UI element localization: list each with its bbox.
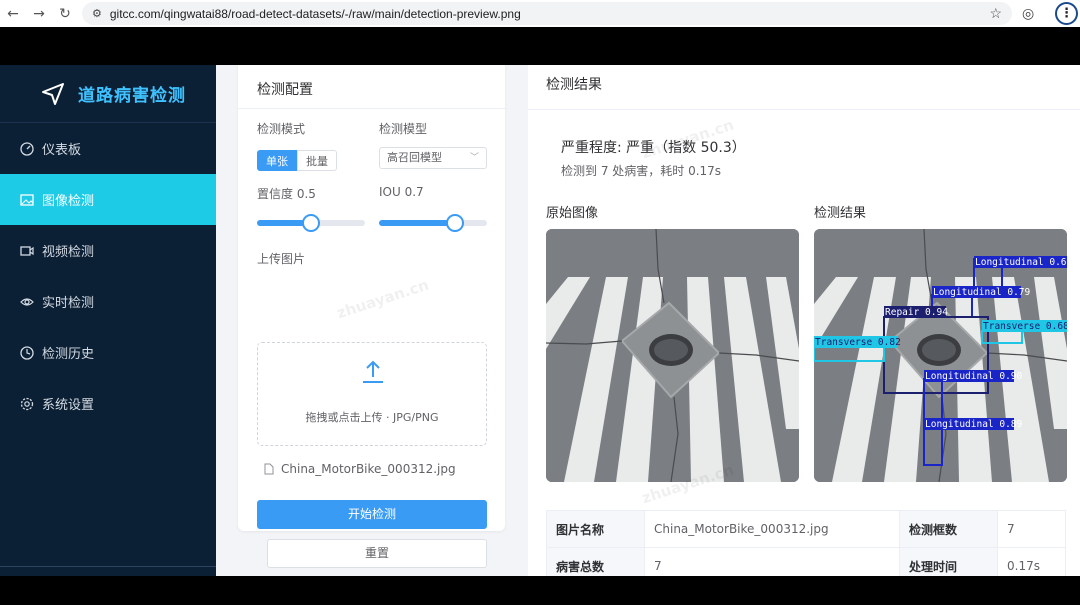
upload-label: 上传图片 [257, 252, 306, 266]
detection-label: Transverse 0.68 [983, 321, 1067, 332]
original-image-label: 原始图像 [546, 206, 599, 221]
mode-single-button[interactable]: 单张 [257, 150, 297, 171]
confidence-slider[interactable] [257, 214, 365, 232]
uploaded-file-name: China_MotorBike_000312.jpg [281, 462, 456, 476]
original-image [546, 229, 799, 482]
bookmark-star-icon[interactable]: ☆ [989, 5, 1002, 22]
sidebar-item-history[interactable]: 检测历史 [0, 327, 216, 378]
url-text: gitcc.com/qingwatai88/road-detect-datase… [109, 6, 521, 21]
image-icon [20, 193, 34, 206]
sidebar-item-video-detect[interactable]: 视频检测 [0, 225, 216, 276]
detection-label: Longitudinal 0.89 [925, 419, 1023, 430]
confidence-label: 置信度 0.5 [257, 187, 316, 201]
mode-segmented-control: 单张 批量 [257, 150, 337, 171]
sidebar-item-dashboard[interactable]: 仪表板 [0, 123, 216, 174]
navigation-arrow-icon [42, 82, 64, 105]
detected-image-label: 检测结果 [814, 206, 867, 221]
brand-title: 道路病害检测 [78, 86, 186, 106]
table-cell: 病害总数 [546, 547, 645, 576]
sidebar-item-realtime-detect[interactable]: 实时检测 [0, 276, 216, 327]
sidebar-item-label: 仪表板 [42, 143, 82, 158]
site-info-icon[interactable]: ⚙ [92, 7, 102, 20]
sidebar-item-image-detect[interactable]: 图像检测 [0, 174, 216, 225]
detection-label: Longitudinal 0.67 [975, 257, 1067, 268]
table-cell: 0.17s [997, 547, 1066, 576]
start-detection-button[interactable]: 开始检测 [257, 500, 487, 529]
sidebar-item-label: 图像检测 [42, 194, 95, 209]
forward-icon[interactable]: → [26, 6, 52, 22]
chevron-down-icon: ﹀ [469, 153, 479, 163]
letterbox-bottom [0, 576, 1080, 605]
sidebar-item-label: 视频检测 [42, 245, 95, 260]
table-row: 图片名称 China_MotorBike_000312.jpg 检测框数 7 [546, 510, 1066, 548]
model-label: 检测模型 [379, 122, 428, 136]
sidebar-item-label: 系统设置 [42, 398, 95, 413]
model-select[interactable]: 高召回模型 ﹀ [379, 147, 487, 169]
back-icon[interactable]: ← [0, 6, 26, 22]
detection-label: Longitudinal 0.90 [925, 371, 1023, 382]
browser-menu-icon[interactable]: ⋮ [1055, 2, 1078, 25]
model-select-value: 高召回模型 [387, 151, 442, 164]
sidebar-item-label: 实时检测 [42, 296, 95, 311]
mode-batch-button[interactable]: 批量 [297, 150, 337, 171]
table-cell: 图片名称 [546, 510, 645, 548]
detection-summary: 检测到 7 处病害，耗时 0.17s [561, 164, 722, 178]
detected-image: Longitudinal 0.67 Longitudinal 0.79 Repa… [814, 229, 1067, 482]
detection-label: Transverse 0.82 [815, 337, 901, 348]
table-cell: 检测框数 [899, 510, 998, 548]
slider-thumb[interactable] [446, 214, 464, 232]
config-title: 检测配置 [238, 65, 505, 109]
sidebar-item-settings[interactable]: 系统设置 [0, 378, 216, 429]
reload-icon[interactable]: ↻ [52, 6, 78, 22]
slider-thumb[interactable] [302, 214, 320, 232]
iou-label: IOU 0.7 [379, 185, 424, 199]
road-photo [546, 229, 799, 482]
sidebar-item-label: 检测历史 [42, 347, 95, 362]
table-cell: 7 [997, 510, 1066, 548]
config-panel: 检测配置 检测模式 检测模型 单张 批量 高召回模型 ﹀ 置信度 0.5 IOU… [238, 65, 505, 568]
slider-fill [379, 220, 455, 226]
table-cell: China_MotorBike_000312.jpg [644, 510, 900, 548]
browser-toolbar: ← → ↻ ⚙ gitcc.com/qingwatai88/road-detec… [0, 0, 1080, 27]
upload-dropzone[interactable]: 拖拽或点击上传 · JPG/PNG [257, 342, 487, 446]
clock-icon [20, 345, 34, 360]
file-icon [264, 463, 274, 475]
upload-icon [363, 360, 383, 383]
uploaded-file[interactable]: China_MotorBike_000312.jpg [264, 462, 456, 476]
app-window: 道路病害检测 仪表板 图像检测 视频检测 实时检测 检测历史 系统设置 检测配置… [0, 65, 1080, 576]
table-row: 病害总数 7 处理时间 0.17s [546, 547, 1066, 576]
iou-slider[interactable] [379, 214, 487, 232]
detection-label: Longitudinal 0.79 [933, 287, 1031, 298]
sidebar-footer [0, 566, 216, 576]
detection-label: Repair 0.94 [885, 307, 948, 318]
table-cell: 处理时间 [899, 547, 998, 576]
account-icon[interactable]: ◎ [1022, 6, 1034, 22]
table-cell: 7 [644, 547, 900, 576]
brand: 道路病害检测 [0, 65, 216, 123]
result-panel: 检测结果 严重程度: 严重（指数 50.3） 检测到 7 处病害，耗时 0.17… [528, 65, 1080, 576]
reset-button[interactable]: 重置 [267, 539, 487, 568]
gear-icon [20, 397, 34, 410]
upload-hint: 拖拽或点击上传 · JPG/PNG [305, 411, 439, 424]
address-bar[interactable]: ⚙ gitcc.com/qingwatai88/road-detect-data… [82, 2, 1012, 25]
dashboard-icon [20, 141, 34, 156]
result-title: 检测结果 [528, 65, 1080, 110]
video-icon [20, 245, 34, 256]
letterbox-top [0, 27, 1080, 65]
road-photo-with-boxes: Longitudinal 0.67 Longitudinal 0.79 Repa… [814, 229, 1067, 482]
mode-label: 检测模式 [257, 122, 306, 136]
eye-icon [20, 297, 34, 306]
result-info-table: 图片名称 China_MotorBike_000312.jpg 检测框数 7 病… [546, 510, 1066, 576]
sidebar: 道路病害检测 仪表板 图像检测 视频检测 实时检测 检测历史 系统设置 [0, 65, 216, 576]
severity-text: 严重程度: 严重（指数 50.3） [561, 140, 746, 156]
